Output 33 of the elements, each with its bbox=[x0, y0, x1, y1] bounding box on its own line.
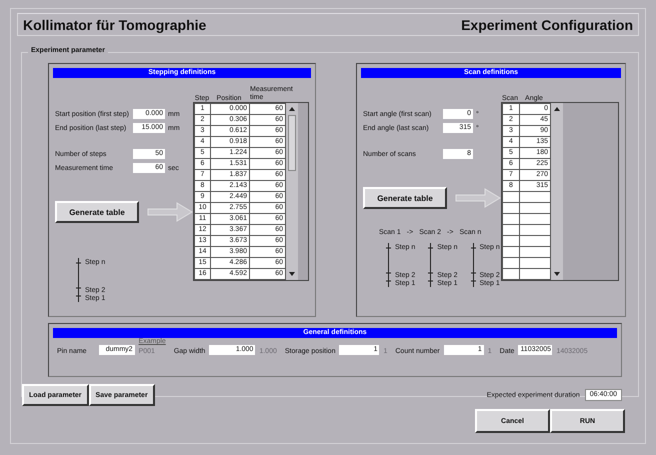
table-cell bbox=[503, 236, 519, 246]
scroll-up-icon bbox=[287, 105, 297, 113]
table-cell bbox=[520, 214, 550, 224]
table-cell bbox=[503, 258, 519, 268]
scroll-up-icon bbox=[552, 105, 562, 113]
table-cell bbox=[503, 247, 519, 257]
table-cell bbox=[503, 214, 519, 224]
step-axis-icon bbox=[470, 242, 476, 288]
scroll-down-icon bbox=[552, 270, 562, 278]
table-cell bbox=[503, 192, 519, 202]
arrow-icon bbox=[147, 201, 193, 223]
app-title: Kollimator für Tomographie bbox=[23, 16, 206, 32]
arrow-icon bbox=[455, 187, 501, 209]
table-cell bbox=[503, 225, 519, 235]
scrollbar-thumb[interactable] bbox=[288, 115, 296, 171]
generate-table-button[interactable]: Generate table bbox=[55, 201, 139, 223]
table-cell bbox=[520, 225, 550, 235]
scroll-down-icon bbox=[287, 270, 297, 278]
step-axis-icon bbox=[75, 257, 82, 303]
generate-table-button[interactable]: Generate table bbox=[363, 187, 447, 209]
scrollbar[interactable] bbox=[551, 103, 563, 280]
table-cell bbox=[520, 247, 550, 257]
table-cell bbox=[520, 236, 550, 246]
table-cell bbox=[520, 203, 550, 213]
table-cell bbox=[520, 258, 550, 268]
page-title: Experiment Configuration bbox=[461, 16, 633, 32]
table-cell bbox=[520, 269, 550, 279]
step-axis-icon bbox=[385, 242, 392, 288]
table-cell bbox=[503, 269, 519, 279]
table-cell bbox=[520, 192, 550, 202]
scrollbar[interactable] bbox=[286, 103, 298, 280]
step-axis-icon bbox=[427, 242, 434, 288]
table-cell bbox=[503, 203, 519, 213]
